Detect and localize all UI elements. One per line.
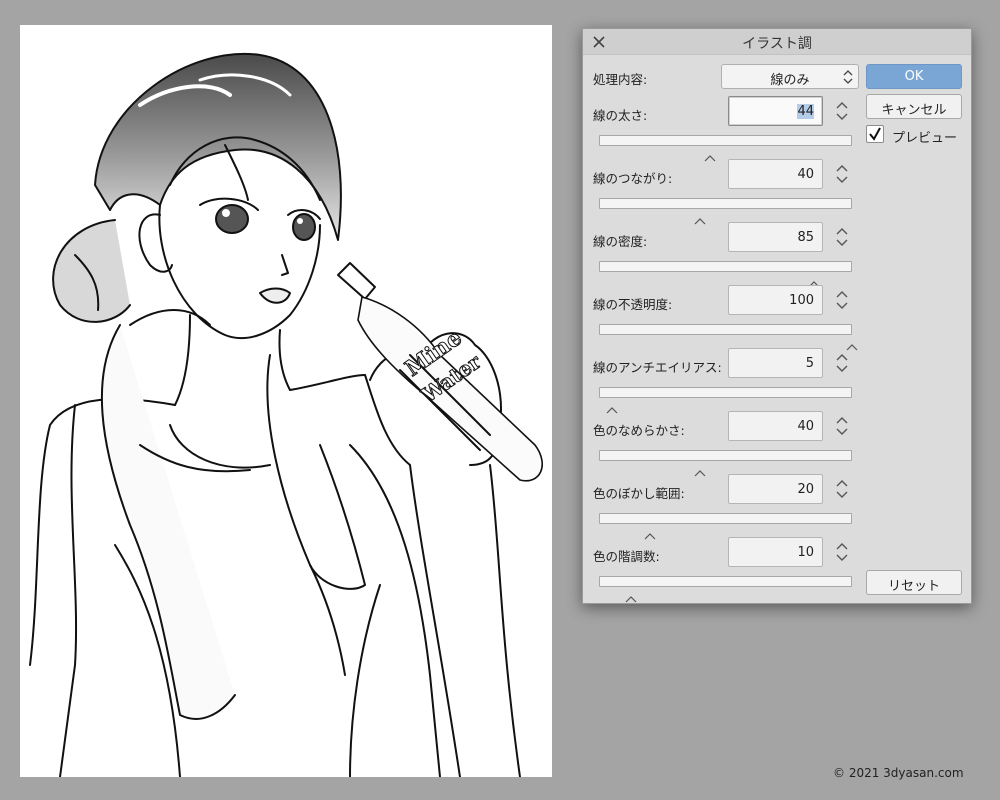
spinner-arrows-icon[interactable]	[835, 351, 849, 375]
param-label: 色の階調数:	[593, 549, 660, 564]
process-dropdown-value: 線のみ	[770, 73, 810, 88]
param-slider-track[interactable]	[599, 198, 852, 209]
param-label: 線の不透明度:	[593, 297, 673, 312]
param-slider-track[interactable]	[599, 513, 852, 524]
param-slider-track[interactable]	[599, 261, 852, 272]
param-value: 40	[797, 419, 814, 434]
dialog-titlebar[interactable]: イラスト調	[583, 29, 971, 55]
param-label: 色のぼかし範囲:	[593, 486, 685, 501]
param-label: 線のアンチエイリアス:	[593, 360, 722, 375]
slider-thumb-icon[interactable]	[625, 588, 637, 603]
param-value: 40	[797, 167, 814, 182]
spinner-arrows-icon[interactable]	[835, 540, 849, 564]
spinner-arrows-icon[interactable]	[835, 162, 849, 186]
param-value: 5	[805, 356, 814, 371]
param-value: 20	[797, 482, 814, 497]
process-dropdown[interactable]: 線のみ	[721, 64, 859, 89]
slider-thumb-icon[interactable]	[644, 525, 656, 540]
reset-button[interactable]: リセット	[866, 570, 962, 595]
param-label: 線の太さ:	[593, 108, 648, 123]
dropdown-arrows-icon	[843, 68, 853, 90]
dialog-title: イラスト調	[742, 36, 812, 52]
slider-thumb-icon[interactable]	[846, 336, 858, 351]
slider-thumb-icon[interactable]	[704, 147, 716, 162]
param-value-field[interactable]: 20	[728, 474, 823, 504]
param-value-field[interactable]: 85	[728, 222, 823, 252]
param-value: 10	[797, 545, 814, 560]
param-slider-track[interactable]	[599, 576, 852, 587]
slider-thumb-icon[interactable]	[694, 462, 706, 477]
spinner-arrows-icon[interactable]	[835, 477, 849, 501]
process-label: 処理内容:	[593, 72, 648, 87]
preview-checkbox[interactable]	[866, 125, 884, 143]
spinner-arrows-icon[interactable]	[835, 99, 849, 123]
param-value-field[interactable]: 40	[728, 411, 823, 441]
spinner-arrows-icon[interactable]	[835, 414, 849, 438]
slider-thumb-icon[interactable]	[694, 210, 706, 225]
checkmark-icon	[869, 127, 881, 141]
line-art-illustration: Mine Water	[29, 52, 544, 777]
ok-button[interactable]: OK	[866, 64, 962, 89]
copyright-text: © 2021 3dyasan.com	[833, 766, 964, 780]
param-label: 線のつながり:	[593, 171, 673, 186]
param-value-field[interactable]: 100	[728, 285, 823, 315]
close-button[interactable]	[589, 32, 609, 52]
param-value: 44	[797, 104, 814, 119]
close-icon	[593, 36, 605, 48]
param-value-field[interactable]: 44	[728, 96, 823, 126]
param-label: 色のなめらかさ:	[593, 423, 685, 438]
param-value-field[interactable]: 10	[728, 537, 823, 567]
preview-label: プレビュー	[892, 131, 958, 146]
param-slider-track[interactable]	[599, 135, 852, 146]
slider-thumb-icon[interactable]	[808, 273, 820, 288]
illustration-style-dialog: イラスト調 処理内容: 線のみ 線の太さ: 44 線のつながり: 40 線の密度: 85 線…	[582, 28, 972, 604]
param-value-field[interactable]: 5	[728, 348, 823, 378]
param-value: 100	[789, 293, 814, 308]
param-value: 85	[797, 230, 814, 245]
param-slider-track[interactable]	[599, 324, 852, 335]
illustration-canvas[interactable]: Mine Water	[20, 25, 552, 777]
cancel-button[interactable]: キャンセル	[866, 94, 962, 119]
slider-thumb-icon[interactable]	[606, 399, 618, 414]
param-slider-track[interactable]	[599, 450, 852, 461]
param-slider-track[interactable]	[599, 387, 852, 398]
spinner-arrows-icon[interactable]	[835, 225, 849, 249]
spinner-arrows-icon[interactable]	[835, 288, 849, 312]
param-value-field[interactable]: 40	[728, 159, 823, 189]
param-label: 線の密度:	[593, 234, 648, 249]
